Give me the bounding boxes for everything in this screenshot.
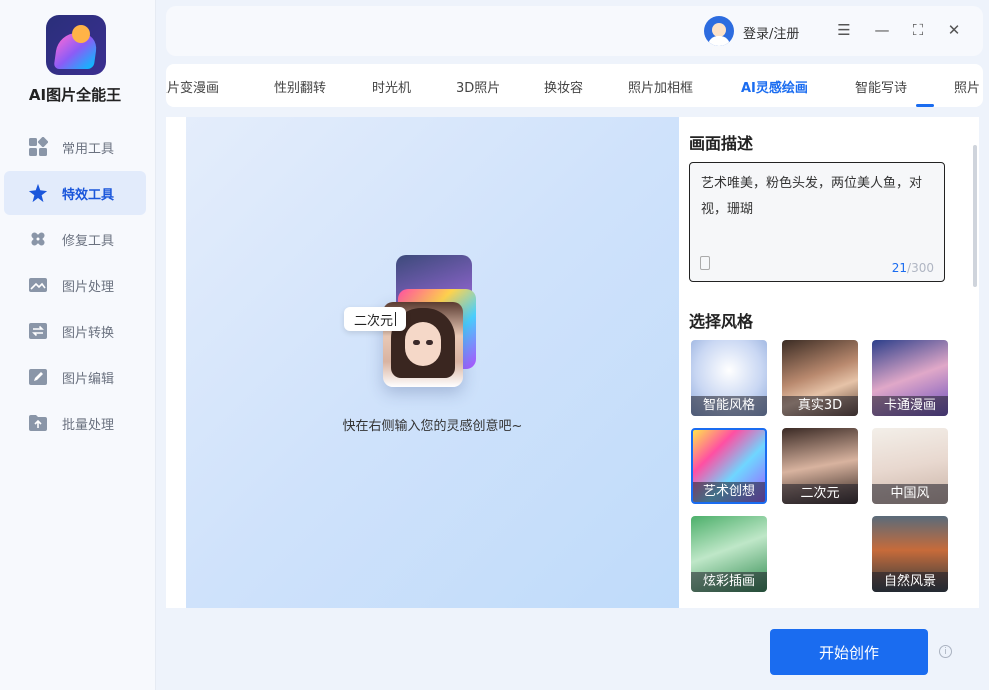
sidebar-item-common-tools[interactable]: 常用工具 bbox=[4, 125, 146, 169]
app-logo bbox=[46, 15, 106, 75]
scrollbar[interactable] bbox=[973, 145, 977, 287]
sidebar-item-label: 特效工具 bbox=[62, 187, 115, 203]
sidebar-item-repair-tools[interactable]: 修复工具 bbox=[4, 217, 146, 261]
upload-folder-icon bbox=[28, 413, 48, 433]
tab-time-machine[interactable]: 时光机 bbox=[372, 77, 411, 96]
sidebar-item-batch-processing[interactable]: 批量处理 bbox=[4, 401, 146, 445]
sidebar-item-label: 图片转换 bbox=[62, 325, 115, 341]
description-title: 画面描述 bbox=[689, 134, 754, 153]
sidebar-item-label: 修复工具 bbox=[62, 233, 115, 249]
style-smart[interactable]: 智能风格 bbox=[691, 340, 767, 416]
main-panel: 二次元 快在右侧输入您的灵感创意吧~ 画面描述 艺术唯美，粉色头发，两位美人鱼，… bbox=[166, 117, 979, 608]
style-anime[interactable]: 二次元 bbox=[782, 428, 858, 504]
image-icon bbox=[28, 275, 48, 295]
info-icon[interactable]: i bbox=[939, 645, 952, 658]
tab-ai-inspiration-painting[interactable]: AI灵感绘画 bbox=[741, 77, 808, 96]
sidebar: AI图片全能王 常用工具 特效工具 修复工具 图片处理 图片转换 图片编辑 批量… bbox=[0, 0, 156, 690]
bandage-icon bbox=[28, 229, 48, 249]
clear-trash-icon[interactable] bbox=[700, 256, 710, 270]
tab-gender-swap[interactable]: 性别翻转 bbox=[274, 77, 326, 96]
settings-panel: 画面描述 艺术唯美，粉色头发，两位美人鱼，对视，珊瑚 21/300 选择风格 智… bbox=[679, 117, 979, 608]
sidebar-item-label: 图片处理 bbox=[62, 279, 115, 295]
sidebar-item-image-processing[interactable]: 图片处理 bbox=[4, 263, 146, 307]
minimize-icon[interactable]: — bbox=[871, 19, 893, 41]
style-cartoon[interactable]: 卡通漫画 bbox=[872, 340, 948, 416]
char-counter: 21/300 bbox=[891, 261, 934, 275]
sidebar-nav: 常用工具 特效工具 修复工具 图片处理 图片转换 图片编辑 批量处理 bbox=[4, 125, 146, 447]
sidebar-item-effect-tools[interactable]: 特效工具 bbox=[4, 171, 146, 215]
avatar[interactable] bbox=[704, 16, 734, 46]
grid-icon bbox=[28, 137, 48, 157]
active-tab-indicator bbox=[916, 104, 934, 107]
edit-icon bbox=[28, 367, 48, 387]
preview-hint: 快在右侧输入您的灵感创意吧~ bbox=[342, 419, 523, 434]
sparkle-icon bbox=[28, 183, 48, 203]
tab-smart-poetry[interactable]: 智能写诗 bbox=[855, 77, 907, 96]
feature-tabs: 照片变漫画 性别翻转 时光机 3D照片 换妆容 照片加相框 AI灵感绘画 智能写… bbox=[166, 64, 983, 107]
menu-icon[interactable]: ☰ bbox=[833, 19, 855, 41]
description-text[interactable]: 艺术唯美，粉色头发，两位美人鱼，对视，珊瑚 bbox=[701, 171, 937, 223]
login-register-link[interactable]: 登录/注册 bbox=[743, 23, 799, 42]
description-input[interactable]: 艺术唯美，粉色头发，两位美人鱼，对视，珊瑚 21/300 bbox=[689, 162, 945, 282]
preview-area: 二次元 快在右侧输入您的灵感创意吧~ bbox=[186, 117, 679, 608]
close-icon[interactable]: ✕ bbox=[943, 19, 965, 41]
top-bar: 登录/注册 ☰ — ⛶ ✕ bbox=[166, 6, 983, 56]
sidebar-item-image-convert[interactable]: 图片转换 bbox=[4, 309, 146, 353]
sidebar-item-label: 常用工具 bbox=[62, 141, 115, 157]
fullscreen-icon[interactable]: ⛶ bbox=[907, 19, 929, 41]
style-realistic-3d[interactable]: 真实3D bbox=[782, 340, 858, 416]
style-title: 选择风格 bbox=[689, 312, 754, 331]
tab-makeup[interactable]: 换妆容 bbox=[544, 77, 583, 96]
bubble-text: 二次元 bbox=[353, 313, 393, 329]
typing-bubble: 二次元 bbox=[344, 307, 406, 331]
style-nature-landscape[interactable]: 自然风景 bbox=[872, 516, 948, 592]
tab-photo-to-comic[interactable]: 照片变漫画 bbox=[166, 77, 219, 96]
app-name: AI图片全能王 bbox=[28, 86, 122, 104]
sidebar-item-label: 图片编辑 bbox=[62, 371, 115, 387]
tab-photo-frame[interactable]: 照片加相框 bbox=[628, 77, 693, 96]
tab-photo-more[interactable]: 照片 bbox=[954, 77, 980, 96]
style-art-creative[interactable]: 艺术创想 bbox=[691, 428, 767, 504]
style-colorful-illustration[interactable]: 炫彩插画 bbox=[691, 516, 767, 592]
tab-3d-photo[interactable]: 3D照片 bbox=[456, 77, 500, 96]
convert-icon bbox=[28, 321, 48, 341]
sidebar-item-image-edit[interactable]: 图片编辑 bbox=[4, 355, 146, 399]
style-chinese[interactable]: 中国风 bbox=[872, 428, 948, 504]
start-create-button[interactable]: 开始创作 bbox=[770, 629, 928, 675]
sidebar-item-label: 批量处理 bbox=[62, 417, 115, 433]
